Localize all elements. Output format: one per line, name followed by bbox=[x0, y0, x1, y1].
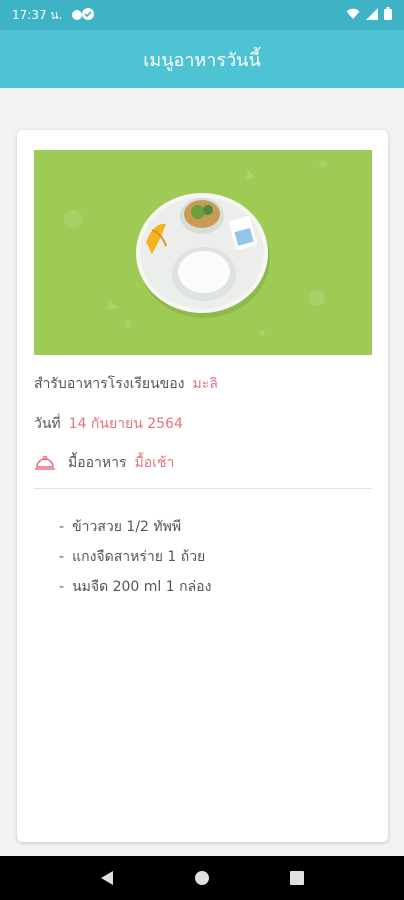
system-nav-bar bbox=[0, 856, 404, 900]
home-icon[interactable] bbox=[187, 863, 217, 893]
menu-list: - ข้าวสวย 1/2 ทัพพี - แกงจืดสาหร่าย 1 ถ้… bbox=[59, 512, 211, 602]
status-right-icons bbox=[346, 7, 392, 23]
food-tray-image bbox=[34, 150, 372, 355]
date-row: วันที่ 14 กันยายน 2564 bbox=[34, 413, 183, 435]
menu-item-text: แกงจืดสาหร่าย 1 ถ้วย bbox=[72, 549, 206, 565]
divider bbox=[34, 488, 372, 489]
food-cloche-icon bbox=[34, 454, 56, 472]
menu-card: สำรับอาหารโรงเรียนของ มะลิ วันที่ 14 กัน… bbox=[17, 130, 388, 842]
date-label: วันที่ bbox=[34, 416, 61, 432]
menu-item: - แกงจืดสาหร่าย 1 ถ้วย bbox=[59, 542, 211, 572]
app-bar: เมนูอาหารวันนี้ bbox=[0, 30, 404, 88]
school-value: มะลิ bbox=[192, 376, 218, 392]
status-bar: 17:37 น. bbox=[0, 0, 404, 30]
meal-value: มื้อเช้า bbox=[134, 455, 175, 471]
battery-icon bbox=[384, 7, 392, 23]
notification-dot-icon bbox=[72, 10, 83, 20]
page-title: เมนูอาหารวันนี้ bbox=[143, 49, 261, 71]
recents-icon[interactable] bbox=[282, 863, 312, 893]
back-icon[interactable] bbox=[92, 863, 122, 893]
date-value: 14 กันยายน 2564 bbox=[68, 416, 183, 432]
menu-item-text: นมจืด 200 ml 1 กล่อง bbox=[72, 579, 212, 595]
status-time: 17:37 น. bbox=[12, 7, 63, 22]
signal-icon bbox=[366, 7, 378, 23]
meal-label: มื้ออาหาร bbox=[68, 455, 127, 471]
check-circle-icon bbox=[82, 7, 95, 23]
school-row: สำรับอาหารโรงเรียนของ มะลิ bbox=[34, 373, 218, 395]
menu-item: - ข้าวสวย 1/2 ทัพพี bbox=[59, 512, 211, 542]
menu-item: - นมจืด 200 ml 1 กล่อง bbox=[59, 572, 211, 602]
wifi-icon bbox=[346, 8, 360, 23]
menu-item-text: ข้าวสวย 1/2 ทัพพี bbox=[72, 519, 182, 535]
meal-row: มื้ออาหาร มื้อเช้า bbox=[34, 452, 174, 474]
school-label: สำรับอาหารโรงเรียนของ bbox=[34, 376, 185, 392]
